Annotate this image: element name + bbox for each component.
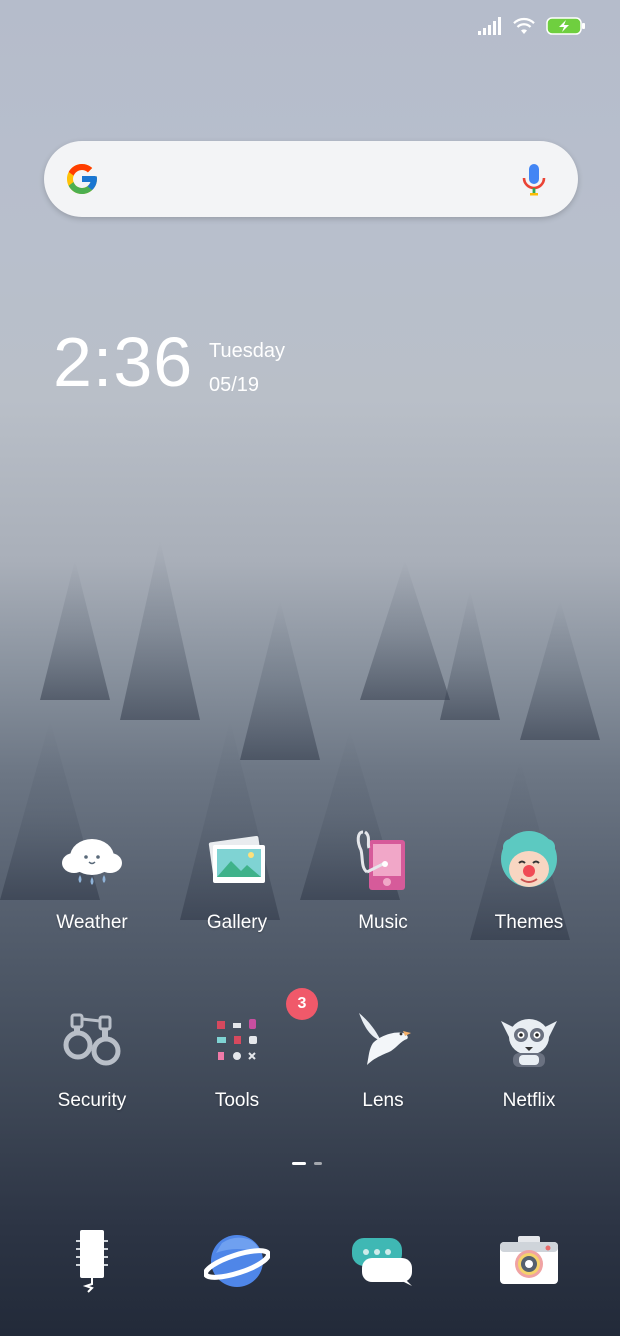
themes-clown-icon xyxy=(494,826,564,896)
google-logo-icon[interactable] xyxy=(64,161,100,197)
microphone-icon[interactable] xyxy=(520,163,548,197)
app-weather[interactable]: Weather xyxy=(22,826,162,934)
camera-icon xyxy=(498,1234,560,1293)
clock-time[interactable]: 2:36 xyxy=(53,322,193,402)
status-bar xyxy=(478,16,586,41)
dock-messages[interactable] xyxy=(313,1228,453,1298)
phone-icon xyxy=(72,1228,112,1299)
app-label: Security xyxy=(57,1090,127,1111)
clock-date: 05/19 xyxy=(209,374,260,396)
battery-charging-icon xyxy=(546,16,586,41)
app-label: Netflix xyxy=(502,1090,556,1111)
dock-camera[interactable] xyxy=(459,1228,599,1298)
app-label: Weather xyxy=(56,912,128,933)
dock-phone[interactable] xyxy=(22,1228,162,1298)
page-dot-active xyxy=(292,1162,306,1165)
signal-bars-icon xyxy=(478,17,502,40)
gallery-photos-icon xyxy=(202,826,272,896)
lemur-icon xyxy=(494,1004,564,1074)
dove-icon xyxy=(348,1004,418,1074)
dock-browser[interactable] xyxy=(167,1228,307,1298)
app-music[interactable]: Music xyxy=(313,826,453,934)
search-input[interactable] xyxy=(116,161,498,199)
messages-bubbles-icon xyxy=(350,1234,416,1293)
app-label: Gallery xyxy=(206,912,268,933)
app-label: Themes xyxy=(494,912,564,933)
tools-folder-icon: 3 xyxy=(202,988,318,1074)
app-label: Tools xyxy=(214,1090,260,1111)
page-dot xyxy=(314,1162,322,1165)
app-security[interactable]: Security xyxy=(22,1004,162,1112)
music-player-icon xyxy=(348,826,418,896)
google-search-bar[interactable] xyxy=(44,141,578,217)
app-lens[interactable]: Lens xyxy=(313,1004,453,1112)
app-gallery[interactable]: Gallery xyxy=(167,826,307,934)
app-label: Music xyxy=(358,912,408,933)
wifi-icon xyxy=(512,17,536,40)
weather-cloud-icon xyxy=(57,826,127,896)
page-indicator xyxy=(292,1162,322,1165)
clock-day: Tuesday xyxy=(209,340,285,362)
handcuffs-icon xyxy=(57,1004,127,1074)
browser-planet-icon xyxy=(202,1231,272,1296)
app-label: Lens xyxy=(362,1090,404,1111)
folder-tools[interactable]: 3 Tools xyxy=(167,988,318,1112)
app-netflix[interactable]: Netflix xyxy=(459,1004,599,1112)
app-themes[interactable]: Themes xyxy=(459,826,599,934)
